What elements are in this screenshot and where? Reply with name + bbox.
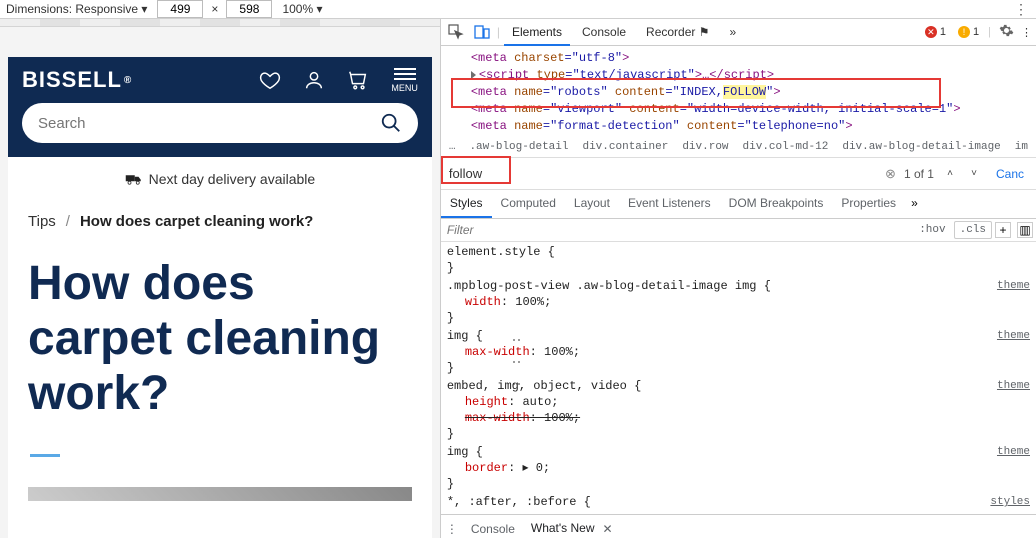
hamburger-icon: [394, 68, 416, 80]
tab-console[interactable]: Console: [574, 19, 634, 46]
source-link[interactable]: styles: [990, 494, 1030, 510]
devtools-menu-icon[interactable]: ⋮: [1021, 26, 1032, 39]
warning-badge[interactable]: !1: [955, 26, 982, 38]
site-header: BISSELL®: [8, 57, 432, 157]
height-input[interactable]: [226, 0, 272, 18]
zoom-selector[interactable]: 100% ▾: [282, 2, 322, 16]
width-input[interactable]: [157, 0, 203, 18]
inspect-icon[interactable]: [445, 21, 467, 43]
find-prev-icon[interactable]: ˄: [942, 168, 958, 179]
cls-toggle[interactable]: .cls: [954, 221, 992, 239]
title-underline: [30, 454, 60, 457]
find-next-icon[interactable]: ˅: [966, 168, 982, 179]
dimension-times: ×: [211, 2, 218, 16]
stab-listeners[interactable]: Event Listeners: [619, 190, 720, 218]
source-link[interactable]: theme: [997, 444, 1030, 460]
find-bar: ⊗ 1 of 1 ˄ ˅ Canc: [441, 158, 1036, 190]
breadcrumb-current: How does carpet cleaning work?: [80, 213, 313, 230]
drawer-tab-console[interactable]: Console: [463, 516, 523, 538]
device-toolbar: Dimensions: Responsive ▾ × 100% ▾ ⋮: [0, 0, 1036, 19]
article-image: [28, 487, 412, 501]
error-badge[interactable]: ✕1: [922, 26, 949, 38]
stab-styles[interactable]: Styles: [441, 190, 492, 218]
breadcrumb: Tips / How does carpet cleaning work?: [8, 201, 432, 230]
device-toggle-icon[interactable]: [471, 21, 493, 43]
hov-toggle[interactable]: :hov: [914, 222, 950, 238]
find-cancel-button[interactable]: Canc: [990, 167, 1030, 181]
style-panel-icon[interactable]: ▥: [1017, 222, 1033, 238]
stab-dom-bp[interactable]: DOM Breakpoints: [720, 190, 833, 218]
drawer-menu-icon[interactable]: ⋮: [441, 522, 463, 536]
heart-icon[interactable]: [259, 69, 281, 91]
cart-icon[interactable]: [347, 69, 369, 91]
truck-icon: [125, 172, 143, 186]
logo-reg: ®: [124, 75, 132, 86]
tab-more[interactable]: »: [721, 19, 744, 46]
page-title: How does carpet cleaning work?: [8, 230, 432, 432]
clear-search-icon[interactable]: ⊗: [885, 166, 896, 182]
delivery-text: Next day delivery available: [149, 171, 316, 187]
styles-filter-row: :hov .cls + ▥: [441, 219, 1036, 242]
source-link[interactable]: theme: [997, 278, 1030, 294]
menu-label: MENU: [391, 83, 418, 93]
tab-recorder[interactable]: Recorder ⚑: [638, 19, 717, 46]
breadcrumb-sep: /: [66, 213, 70, 230]
search-input[interactable]: [38, 115, 380, 132]
find-count: 1 of 1: [904, 167, 934, 181]
source-link[interactable]: theme: [997, 378, 1030, 394]
stab-more[interactable]: »: [905, 190, 924, 218]
menu-button[interactable]: MENU: [391, 68, 418, 93]
stab-layout[interactable]: Layout: [565, 190, 619, 218]
ruler: [0, 19, 440, 27]
find-input[interactable]: [447, 162, 877, 185]
styles-tabs: Styles Computed Layout Event Listeners D…: [441, 190, 1036, 219]
source-link[interactable]: theme: [997, 328, 1030, 344]
stab-computed[interactable]: Computed: [492, 190, 565, 218]
search-bar[interactable]: [22, 103, 418, 143]
drawer: ⋮ Console What's New ✕ Highlights from t…: [441, 514, 1036, 538]
delivery-banner: Next day delivery available: [8, 157, 432, 201]
add-rule-icon[interactable]: +: [995, 222, 1011, 238]
user-icon[interactable]: [303, 69, 325, 91]
dom-breadcrumb[interactable]: … .aw-blog-detail div.container div.row …: [441, 137, 1036, 158]
device-menu-icon[interactable]: ⋮: [1012, 1, 1030, 18]
drawer-tab-whatsnew[interactable]: What's New: [523, 515, 603, 538]
site-logo[interactable]: BISSELL®: [22, 67, 132, 93]
tab-elements[interactable]: Elements: [504, 19, 570, 46]
dom-tree[interactable]: <meta charset="utf-8"> <script type="tex…: [441, 46, 1036, 137]
dimensions-selector[interactable]: Dimensions: Responsive ▾: [6, 2, 147, 16]
logo-text: BISSELL: [22, 67, 122, 93]
close-icon[interactable]: ✕: [599, 522, 617, 536]
settings-icon[interactable]: [997, 23, 1015, 41]
breadcrumb-home[interactable]: Tips: [28, 213, 56, 230]
page-viewport: BISSELL®: [0, 19, 440, 538]
styles-filter-input[interactable]: [441, 219, 914, 241]
styles-rules[interactable]: element.style { } theme .mpblog-post-vie…: [441, 242, 1036, 514]
stab-props[interactable]: Properties: [832, 190, 905, 218]
devtools-header: | Elements Console Recorder ⚑ » ✕1 !1 | …: [441, 19, 1036, 46]
devtools-panel: | Elements Console Recorder ⚑ » ✕1 !1 | …: [440, 19, 1036, 538]
search-icon[interactable]: [380, 112, 402, 134]
